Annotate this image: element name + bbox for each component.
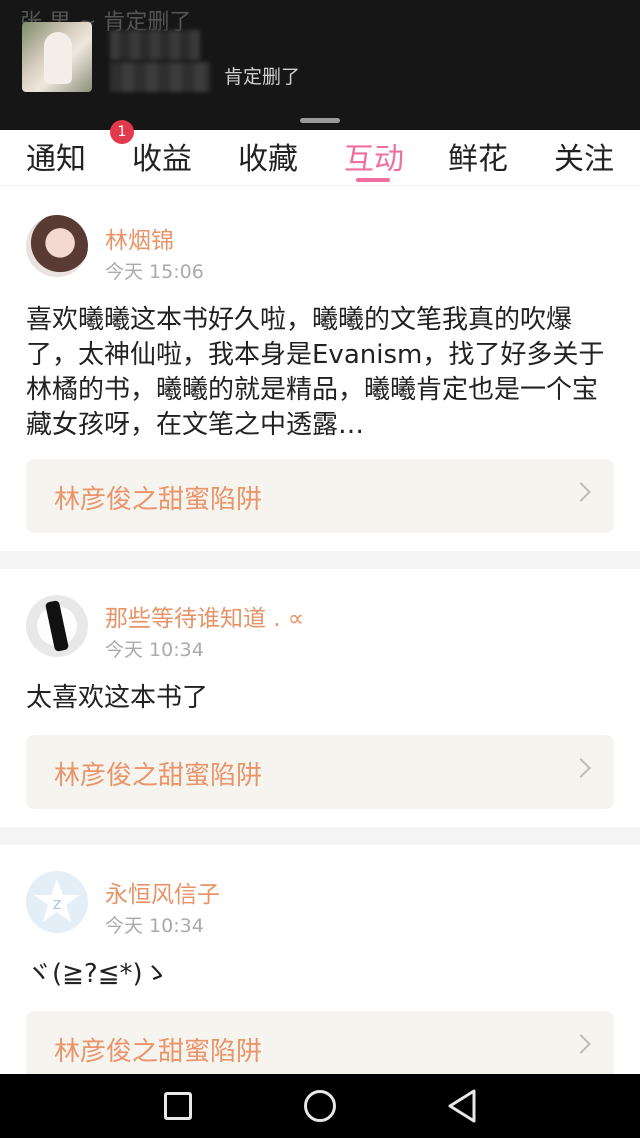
divider	[0, 827, 640, 845]
book-title: 林彦俊之甜蜜陷阱	[54, 485, 263, 515]
notification-banner[interactable]: 张 男 ~ 肯定删了 肯定删了	[0, 0, 640, 130]
message-item: z 永恒风信子 今天 10:34 ヾ(≧?≦*)ゝ 林彦俊之甜蜜陷阱	[0, 845, 640, 1085]
system-navigation-bar	[0, 1074, 640, 1138]
avatar[interactable]: z	[26, 871, 88, 933]
notification-blurred-name	[110, 30, 200, 60]
message-content: 太喜欢这本书了	[26, 683, 209, 713]
tab-bar: 通知 1 收益 收藏 互动 鲜花 关注	[0, 120, 640, 186]
username[interactable]: 那些等待谁知道 . ∝	[105, 599, 304, 633]
notification-drag-handle[interactable]	[300, 118, 340, 123]
unread-badge: 1	[110, 120, 134, 144]
message-item: 林烟锦 今天 15:06 喜欢曦曦这本书好久啦，曦曦的文笔我真的吹爆了，太神仙啦…	[0, 187, 640, 551]
message-content: ヾ(≧?≦*)ゝ	[26, 959, 169, 989]
message-item: 那些等待谁知道 . ∝ 今天 10:34 太喜欢这本书了 林彦俊之甜蜜陷阱	[0, 569, 640, 827]
chevron-right-icon	[571, 758, 591, 778]
tab-following[interactable]: 关注	[554, 134, 614, 178]
avatar[interactable]	[26, 215, 88, 277]
recent-apps-icon[interactable]	[164, 1092, 192, 1120]
tab-interactions[interactable]: 互动	[344, 134, 404, 178]
tab-earnings[interactable]: 收益	[132, 134, 192, 178]
svg-text:z: z	[53, 894, 61, 913]
book-link[interactable]: 林彦俊之甜蜜陷阱	[26, 459, 614, 533]
username[interactable]: 永恒风信子	[105, 875, 220, 909]
notification-message: 肯定删了	[224, 66, 301, 88]
tab-notifications[interactable]: 通知 1	[26, 120, 134, 178]
chevron-right-icon	[571, 1034, 591, 1054]
active-tab-indicator	[356, 178, 390, 182]
tab-flowers[interactable]: 鲜花	[448, 134, 508, 178]
avatar[interactable]	[26, 595, 88, 657]
username[interactable]: 林烟锦	[105, 221, 174, 255]
chevron-right-icon	[571, 482, 591, 502]
notification-thumbnail	[22, 22, 92, 92]
message-content: 喜欢曦曦这本书好久啦，曦曦的文笔我真的吹爆了，太神仙啦，我本身是Evanism，…	[26, 305, 605, 440]
back-icon[interactable]	[446, 1088, 478, 1124]
book-title: 林彦俊之甜蜜陷阱	[54, 761, 263, 791]
home-icon[interactable]	[304, 1090, 336, 1122]
timestamp: 今天 10:34	[105, 639, 204, 661]
book-title: 林彦俊之甜蜜陷阱	[54, 1037, 263, 1067]
book-link[interactable]: 林彦俊之甜蜜陷阱	[26, 735, 614, 809]
notification-blurred-text	[110, 62, 210, 92]
tab-favorites[interactable]: 收藏	[238, 134, 298, 178]
timestamp: 今天 10:34	[105, 915, 204, 937]
timestamp: 今天 15:06	[105, 261, 204, 283]
divider	[0, 551, 640, 569]
